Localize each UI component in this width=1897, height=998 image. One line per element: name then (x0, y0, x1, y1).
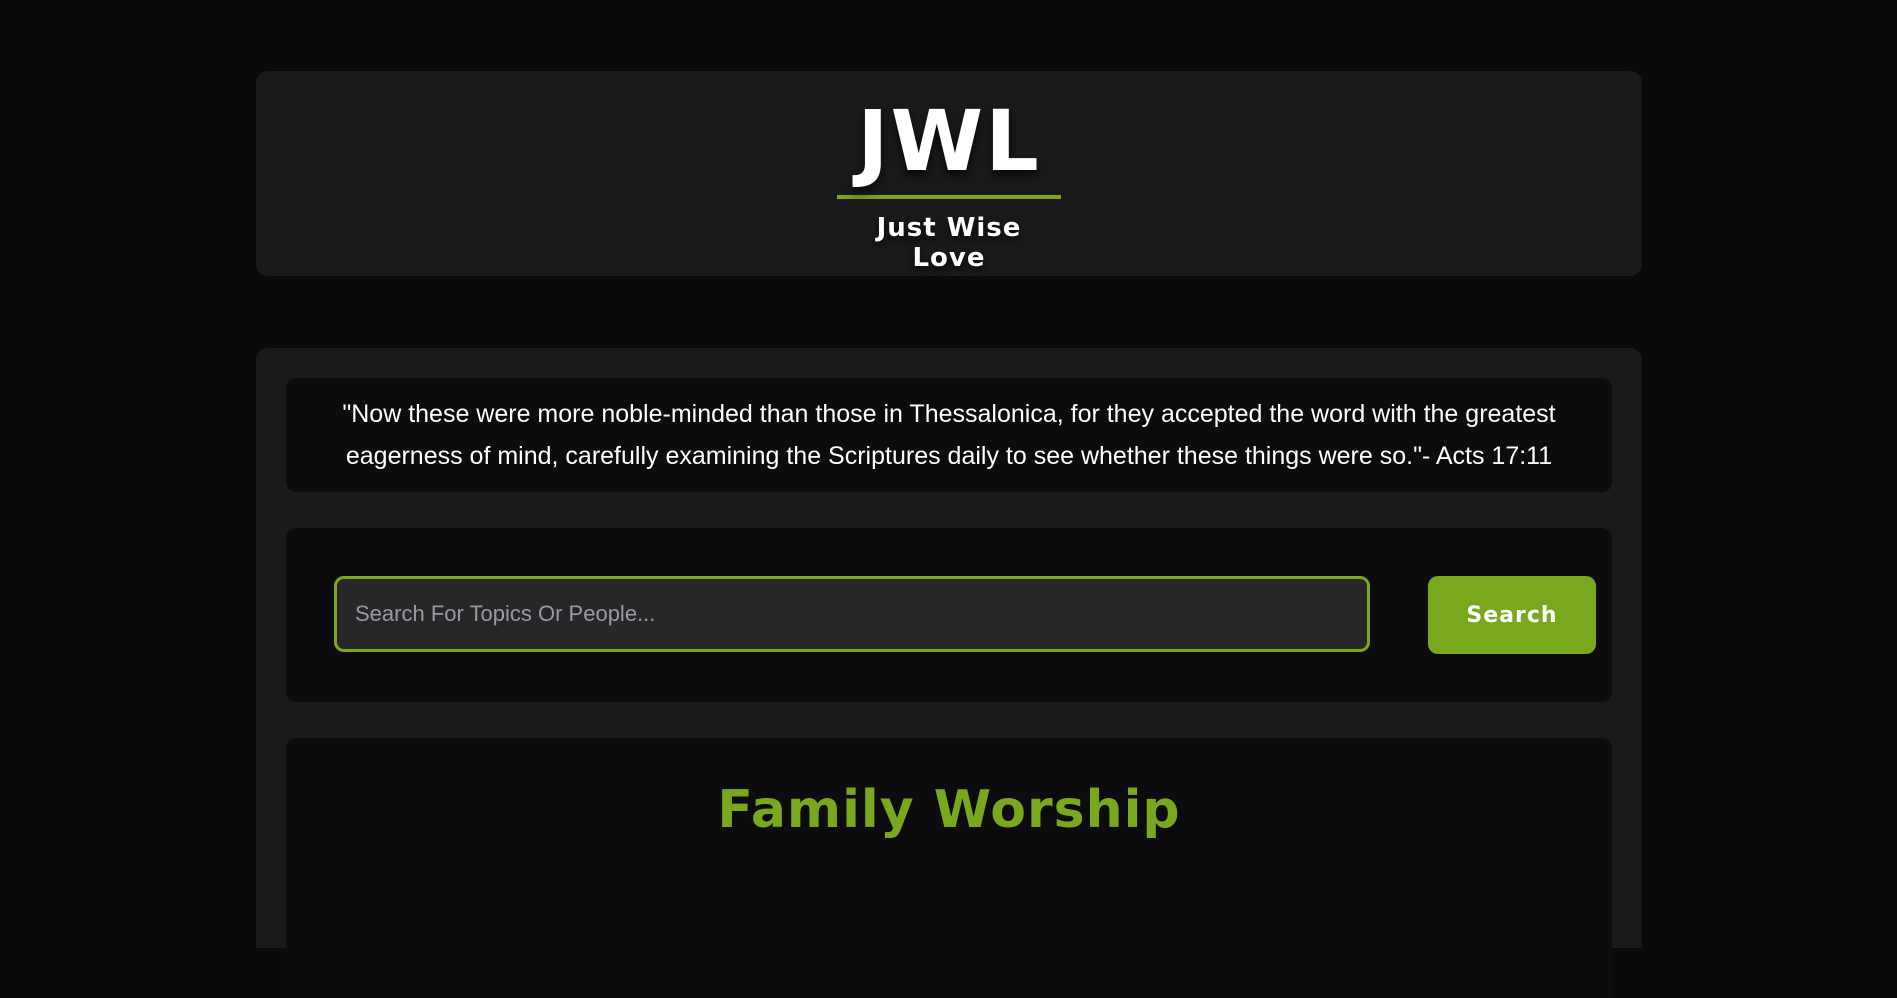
search-panel: Search (286, 528, 1612, 702)
scripture-quote-text: "Now these were more noble-minded than t… (342, 400, 1556, 470)
main-content: "Now these were more noble-minded than t… (256, 348, 1642, 998)
family-worship-section: Family Worship (286, 738, 1612, 998)
search-input[interactable] (334, 576, 1370, 652)
site-logo[interactable]: JWL (837, 99, 1061, 183)
site-header: JWL Just Wise Love (256, 71, 1642, 276)
section-title: Family Worship (717, 780, 1181, 840)
site-tagline: Just Wise Love (876, 213, 1022, 273)
search-button[interactable]: Search (1428, 576, 1596, 654)
logo-block: JWL Just Wise Love (837, 99, 1061, 273)
scripture-quote-box: "Now these were more noble-minded than t… (286, 378, 1612, 492)
logo-underline (837, 195, 1061, 199)
